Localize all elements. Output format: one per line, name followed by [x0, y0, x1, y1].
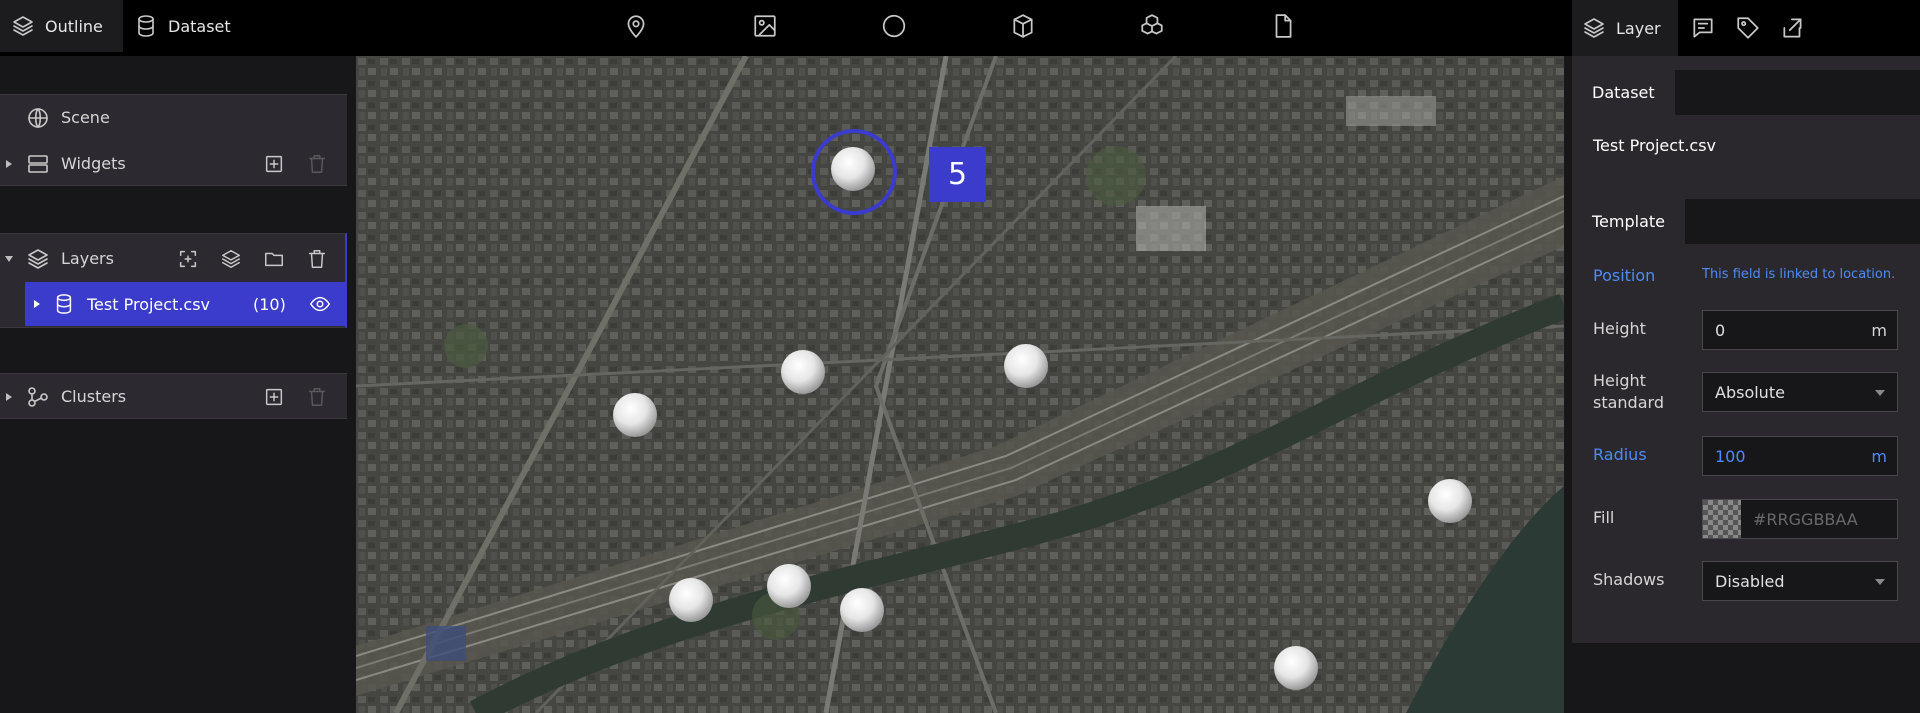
height-unit: m	[1871, 320, 1887, 340]
expand-caret-icon[interactable]	[6, 159, 12, 168]
collapse-caret-icon[interactable]	[5, 255, 13, 262]
template-section-tab[interactable]: Template	[1572, 199, 1686, 244]
outline-item-clusters[interactable]: Clusters	[0, 374, 347, 419]
cluster-count-badge[interactable]: 5	[929, 147, 986, 202]
layer-inspector: Dataset Test Project.csv Template Positi…	[1572, 56, 1920, 713]
trash-icon	[308, 388, 326, 406]
scene-group: Scene Widgets	[0, 94, 347, 186]
layer-item-name: Test Project.csv	[87, 294, 211, 314]
add-group-icon[interactable]	[177, 248, 199, 270]
dropdown-arrow-icon	[1875, 390, 1885, 396]
template-section-header: Template	[1572, 199, 1920, 244]
shadows-value: Disabled	[1715, 571, 1785, 591]
radius-value: 100	[1715, 446, 1746, 466]
trash-icon	[308, 155, 326, 173]
outline-item-layers[interactable]: Layers	[0, 236, 347, 281]
radius-label: Radius	[1593, 445, 1647, 464]
folder-icon[interactable]	[263, 248, 285, 270]
eye-icon[interactable]	[308, 293, 332, 315]
map-marker[interactable]	[1428, 479, 1472, 523]
shadows-select[interactable]: Disabled	[1702, 561, 1898, 601]
model-icon[interactable]	[1139, 13, 1165, 39]
expand-caret-icon[interactable]	[6, 392, 12, 401]
map-marker[interactable]	[840, 588, 884, 632]
layer-item-count: (10)	[253, 294, 286, 314]
map-marker[interactable]	[1004, 344, 1048, 388]
top-bar: Outline Dataset Layer	[0, 0, 1920, 56]
fill-placeholder: #RRGGBBAA	[1753, 509, 1858, 529]
map-marker[interactable]	[781, 350, 825, 394]
color-swatch[interactable]	[1703, 500, 1741, 538]
layer-stack-icon[interactable]	[220, 248, 242, 270]
position-linked-note[interactable]: This field is linked to location.	[1702, 267, 1895, 282]
tab-layer[interactable]: Layer	[1572, 0, 1678, 56]
radius-unit: m	[1871, 446, 1887, 466]
outline-item-clusters-label: Clusters	[61, 387, 127, 406]
database-icon	[56, 294, 72, 314]
cluster-icon	[28, 387, 48, 407]
circle-icon[interactable]	[881, 13, 907, 39]
map-viewport[interactable]: 5	[356, 56, 1564, 713]
layers-icon	[13, 16, 33, 36]
outline-item-widgets-label: Widgets	[61, 154, 126, 173]
tab-dataset[interactable]: Dataset	[123, 0, 243, 52]
outline-item-widgets[interactable]: Widgets	[0, 141, 347, 186]
height-label: Height	[1593, 319, 1646, 338]
outline-panel: Scene Widgets Layers Test Project.csv (1…	[0, 56, 349, 713]
shadows-label: Shadows	[1593, 570, 1665, 589]
radius-input[interactable]: 100 m	[1702, 436, 1898, 476]
infobox-icon[interactable]	[1690, 15, 1716, 41]
box-icon[interactable]	[1010, 13, 1036, 39]
outline-item-scene-label: Scene	[61, 108, 110, 127]
dataset-section-header: Dataset	[1572, 70, 1920, 115]
height-input[interactable]: 0 m	[1702, 310, 1898, 350]
widgets-icon	[28, 155, 48, 173]
dataset-name: Test Project.csv	[1593, 136, 1717, 155]
tab-layer-label: Layer	[1616, 18, 1661, 38]
tab-outline-label: Outline	[45, 16, 103, 36]
map-marker[interactable]	[831, 147, 875, 191]
layers-icon	[1584, 18, 1604, 38]
image-icon[interactable]	[752, 13, 778, 39]
globe-icon	[28, 108, 48, 128]
height-standard-value: Absolute	[1715, 382, 1785, 402]
trash-icon[interactable]	[306, 248, 328, 270]
layers-icon	[28, 249, 48, 269]
layer-item-test-project[interactable]: Test Project.csv (10)	[25, 282, 347, 326]
clusters-group: Clusters	[0, 373, 347, 419]
export-icon[interactable]	[1780, 15, 1806, 41]
tab-dataset-label: Dataset	[168, 16, 231, 36]
file-icon[interactable]	[1270, 13, 1296, 39]
add-icon[interactable]	[263, 153, 285, 175]
map-marker[interactable]	[767, 564, 811, 608]
map-marker[interactable]	[1274, 646, 1318, 690]
position-label: Position	[1593, 266, 1656, 285]
dropdown-arrow-icon	[1875, 579, 1885, 585]
marker-icon[interactable]	[623, 13, 649, 39]
fill-color-input[interactable]: #RRGGBBAA	[1702, 499, 1898, 539]
height-value: 0	[1715, 320, 1726, 340]
height-standard-select[interactable]: Absolute	[1702, 372, 1898, 412]
outline-item-scene[interactable]: Scene	[0, 95, 347, 140]
expand-caret-icon[interactable]	[34, 300, 40, 308]
fill-label: Fill	[1593, 508, 1615, 527]
database-icon	[138, 15, 154, 37]
dataset-section-tab[interactable]: Dataset	[1572, 70, 1675, 115]
tag-icon[interactable]	[1735, 15, 1761, 41]
outline-item-layers-label: Layers	[61, 249, 114, 268]
tab-outline[interactable]: Outline	[0, 0, 123, 52]
add-icon[interactable]	[263, 386, 285, 408]
height-standard-label: Height standard	[1593, 371, 1664, 412]
map-marker[interactable]	[669, 578, 713, 622]
map-marker[interactable]	[613, 393, 657, 437]
